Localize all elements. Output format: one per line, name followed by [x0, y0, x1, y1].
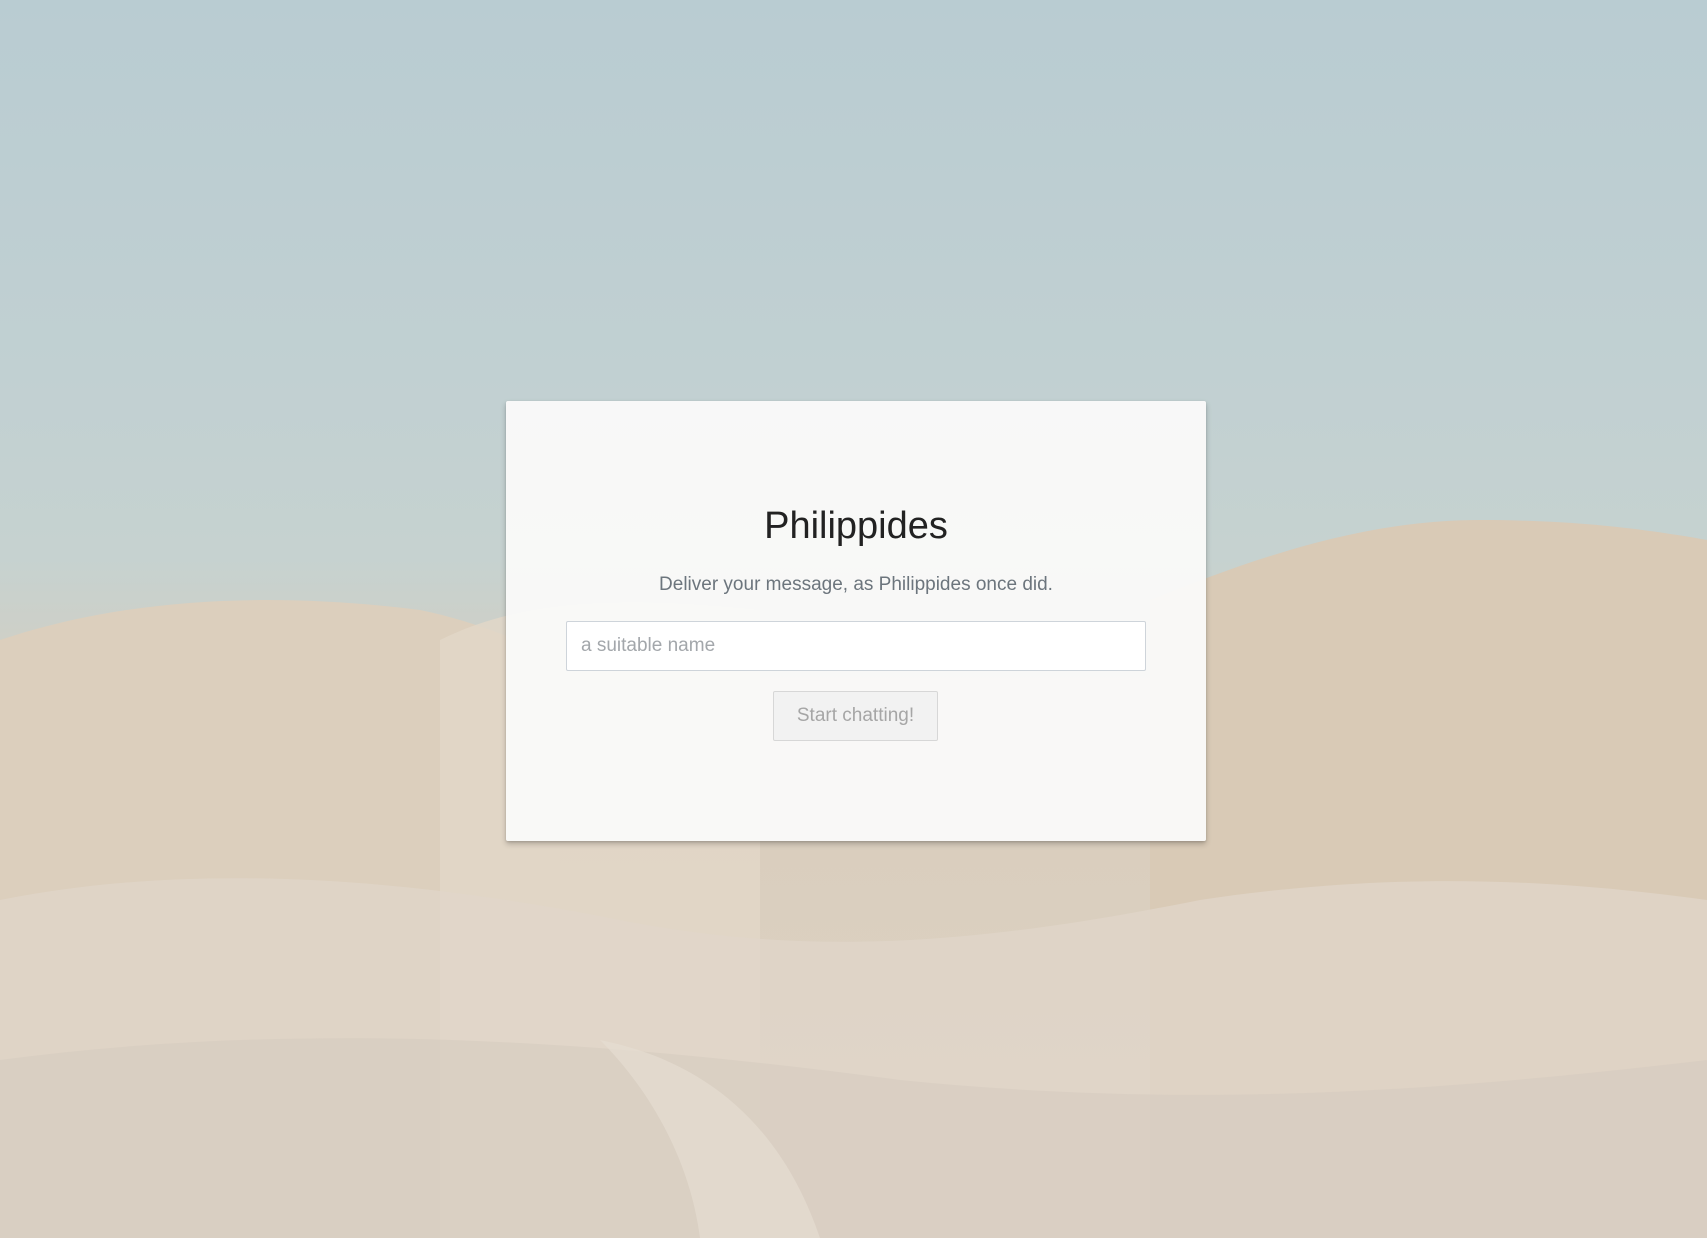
app-tagline: Deliver your message, as Philippides onc… — [659, 574, 1053, 595]
app-title: Philippides — [764, 505, 948, 547]
start-chatting-button[interactable]: Start chatting! — [773, 691, 938, 741]
name-input[interactable] — [566, 621, 1146, 671]
login-card: Philippides Deliver your message, as Phi… — [506, 401, 1206, 841]
